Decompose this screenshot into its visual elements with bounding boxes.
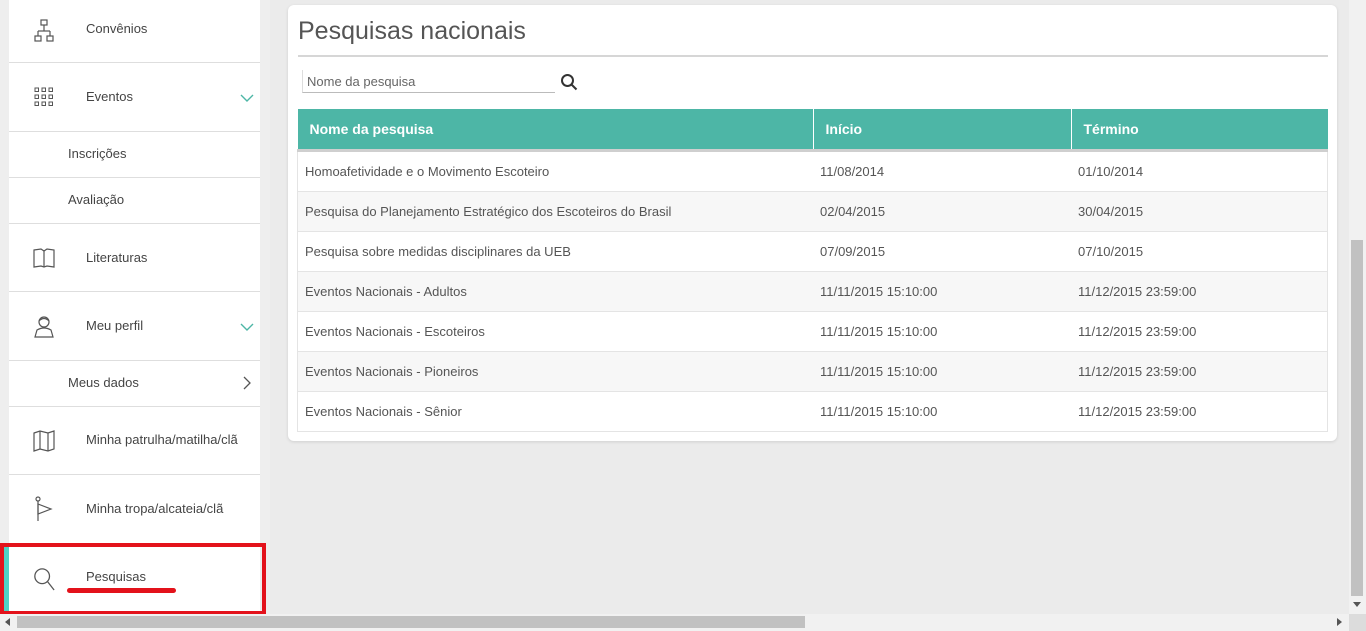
- sidebar-item-inscricoes[interactable]: Inscrições: [9, 132, 260, 178]
- search-input[interactable]: [302, 70, 555, 93]
- search-icon: [33, 568, 55, 591]
- sidebar-item-label: Literaturas: [86, 250, 148, 265]
- chevron-down-icon[interactable]: [240, 320, 254, 334]
- flag-icon: [33, 496, 55, 521]
- table-row[interactable]: Pesquisa do Planejamento Estratégico dos…: [297, 191, 1328, 232]
- cell-end-date: 11/12/2015 23:59:00: [1071, 271, 1328, 312]
- sidebar-item-meus-dados[interactable]: Meus dados: [9, 361, 260, 407]
- sidebar-item-label: Minha patrulha/matilha/clã: [86, 432, 238, 447]
- sidebar-item-eventos[interactable]: Eventos: [9, 63, 260, 132]
- sidebar-item-label: Pesquisas: [86, 569, 146, 584]
- cell-end-date: 07/10/2015: [1071, 231, 1328, 272]
- cell-end-date: 30/04/2015: [1071, 191, 1328, 232]
- sidebar-item-pesquisas[interactable]: Pesquisas: [9, 545, 260, 613]
- map-icon: [33, 429, 55, 452]
- table-header-row: Nome da pesquisa Início Término: [297, 109, 1328, 152]
- sidebar-item-label: Inscrições: [68, 146, 127, 161]
- sidebar-item-label: Avaliação: [68, 192, 125, 207]
- cell-survey-name: Eventos Nacionais - Adultos: [297, 271, 813, 312]
- cell-survey-name: Eventos Nacionais - Sênior: [297, 391, 813, 432]
- underline-annotation: [67, 588, 176, 593]
- vertical-scroll-thumb[interactable]: [1351, 240, 1363, 596]
- scroll-down-arrow-icon[interactable]: [1353, 602, 1361, 607]
- cell-start-date: 11/11/2015 15:10:00: [813, 391, 1071, 432]
- cell-start-date: 11/11/2015 15:10:00: [813, 311, 1071, 352]
- cell-end-date: 11/12/2015 23:59:00: [1071, 311, 1328, 352]
- table-body: Homoafetividade e o Movimento Escoteiro 1…: [297, 150, 1328, 432]
- scroll-right-arrow-icon[interactable]: [1337, 618, 1342, 626]
- cell-start-date: 11/11/2015 15:10:00: [813, 351, 1071, 392]
- user-icon: [33, 315, 55, 338]
- grid-icon: [33, 86, 55, 108]
- org-chart-icon: [33, 19, 55, 42]
- search-icon: [561, 74, 578, 91]
- table-row[interactable]: Eventos Nacionais - Adultos 11/11/2015 15…: [297, 271, 1328, 312]
- scroll-left-arrow-icon[interactable]: [5, 618, 10, 626]
- sidebar-item-label: Eventos: [86, 89, 133, 104]
- sidebar-item-meu-perfil[interactable]: Meu perfil: [9, 292, 260, 361]
- title-divider: [298, 55, 1328, 57]
- sidebar-item-literaturas[interactable]: Literaturas: [9, 224, 260, 292]
- table-row[interactable]: Eventos Nacionais - Sênior 11/11/2015 15:…: [297, 391, 1328, 432]
- column-header-name[interactable]: Nome da pesquisa: [297, 109, 814, 152]
- sidebar-item-avaliacao[interactable]: Avaliação: [9, 178, 260, 224]
- page-title: Pesquisas nacionais: [298, 17, 526, 45]
- vertical-scrollbar[interactable]: [1349, 0, 1366, 614]
- cell-survey-name: Homoafetividade e o Movimento Escoteiro: [297, 150, 813, 192]
- table-row[interactable]: Homoafetividade e o Movimento Escoteiro 1…: [297, 150, 1328, 192]
- sidebar-item-minha-patrulha[interactable]: Minha patrulha/matilha/clã: [9, 407, 260, 475]
- cell-survey-name: Pesquisa sobre medidas disciplinares da …: [297, 231, 813, 272]
- column-header-start[interactable]: Início: [813, 109, 1072, 152]
- cell-start-date: 02/04/2015: [813, 191, 1071, 232]
- cell-start-date: 07/09/2015: [813, 231, 1071, 272]
- sidebar-panel: Convênios Eventos Inscrições Avaliação L…: [9, 0, 260, 614]
- cell-start-date: 11/11/2015 15:10:00: [813, 271, 1071, 312]
- table-row[interactable]: Pesquisa sobre medidas disciplinares da …: [297, 231, 1328, 272]
- horizontal-scroll-thumb[interactable]: [17, 616, 805, 628]
- cell-start-date: 11/08/2014: [813, 150, 1071, 192]
- cell-survey-name: Pesquisa do Planejamento Estratégico dos…: [297, 191, 813, 232]
- table-row[interactable]: Eventos Nacionais - Pioneiros 11/11/2015 …: [297, 351, 1328, 392]
- scrollbar-corner: [1349, 614, 1366, 631]
- horizontal-scrollbar[interactable]: [0, 614, 1349, 631]
- sidebar-item-label: Convênios: [86, 21, 148, 36]
- chevron-down-icon[interactable]: [240, 91, 254, 105]
- cell-survey-name: Eventos Nacionais - Pioneiros: [297, 351, 813, 392]
- sidebar: Convênios Eventos Inscrições Avaliação L…: [0, 0, 270, 614]
- search-button[interactable]: [558, 71, 580, 93]
- cell-end-date: 11/12/2015 23:59:00: [1071, 351, 1328, 392]
- sidebar-item-label: Meu perfil: [86, 318, 144, 333]
- sidebar-item-minha-tropa[interactable]: Minha tropa/alcateia/clã: [9, 475, 260, 543]
- cell-survey-name: Eventos Nacionais - Escoteiros: [297, 311, 813, 352]
- cell-end-date: 11/12/2015 23:59:00: [1071, 391, 1328, 432]
- survey-card: Pesquisas nacionais Nome da pesquisa Iní…: [288, 5, 1337, 441]
- chevron-right-icon[interactable]: [240, 376, 254, 390]
- sidebar-item-convenios[interactable]: Convênios: [9, 0, 260, 63]
- table-row[interactable]: Eventos Nacionais - Escoteiros 11/11/2015…: [297, 311, 1328, 352]
- active-indicator: [0, 545, 9, 613]
- cell-end-date: 01/10/2014: [1071, 150, 1328, 192]
- column-header-end[interactable]: Término: [1071, 109, 1328, 152]
- book-icon: [33, 247, 55, 269]
- surveys-table: Nome da pesquisa Início Término Homoafet…: [297, 109, 1328, 432]
- sidebar-item-label: Meus dados: [68, 375, 139, 390]
- sidebar-item-label: Minha tropa/alcateia/clã: [86, 501, 224, 516]
